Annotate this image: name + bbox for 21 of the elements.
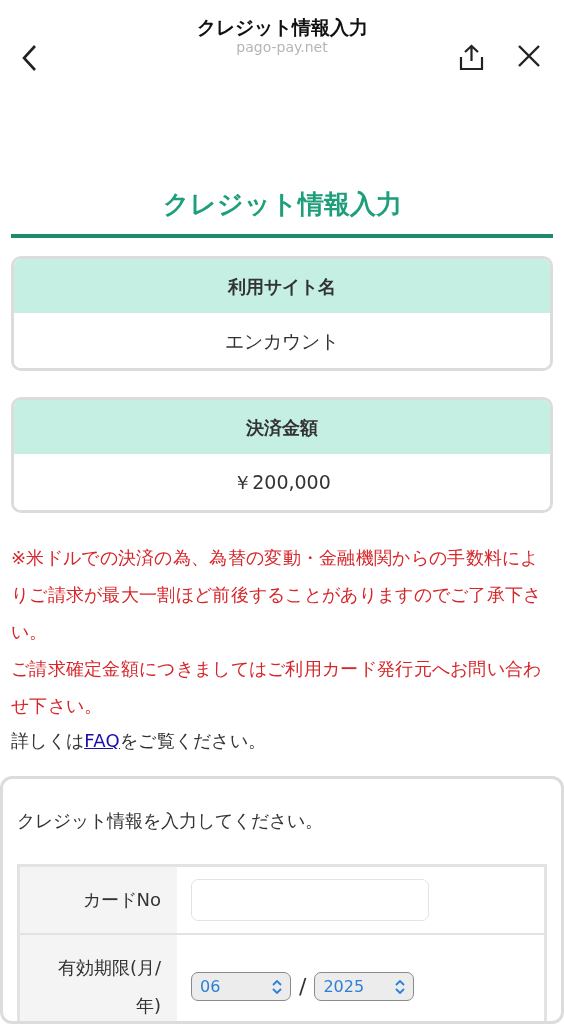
chevron-icon: [395, 979, 406, 994]
card-number-field[interactable]: [191, 878, 429, 921]
separator: /: [299, 973, 307, 1002]
chevron-icon: [272, 979, 282, 994]
back-icon[interactable]: [20, 44, 38, 72]
form-intro: クレジット情報を入力してください。: [17, 808, 324, 833]
faq-link[interactable]: FAQ: [84, 729, 120, 751]
info-label: 決済金額: [14, 400, 550, 455]
domain-label: pago-pay.net: [236, 38, 328, 56]
field-label: 有効期限(月/年): [20, 934, 177, 1021]
heading: クレジット情報入力: [161, 188, 403, 221]
notice-text: ご請求確定金額につきましてはご利用カード発行元へお問い合わせ下さい。: [11, 656, 543, 718]
month-select[interactable]: 06: [191, 972, 291, 1002]
close-icon[interactable]: [517, 44, 541, 68]
page-title: クレジット情報入力: [196, 16, 368, 39]
share-icon[interactable]: [459, 44, 484, 71]
info-label: 利用サイト名: [14, 258, 550, 313]
notice-text: ※米ドルでの決済の為、為替の変動・金融機関からの手数料によりご請求が最大一割ほど前後することがありますのでご了承下さい。: [11, 545, 543, 644]
faq-sentence: 詳しくはFAQをご覧ください。: [11, 728, 268, 753]
year-select[interactable]: 2025: [314, 972, 415, 1002]
field-label: カードNo: [20, 866, 177, 933]
